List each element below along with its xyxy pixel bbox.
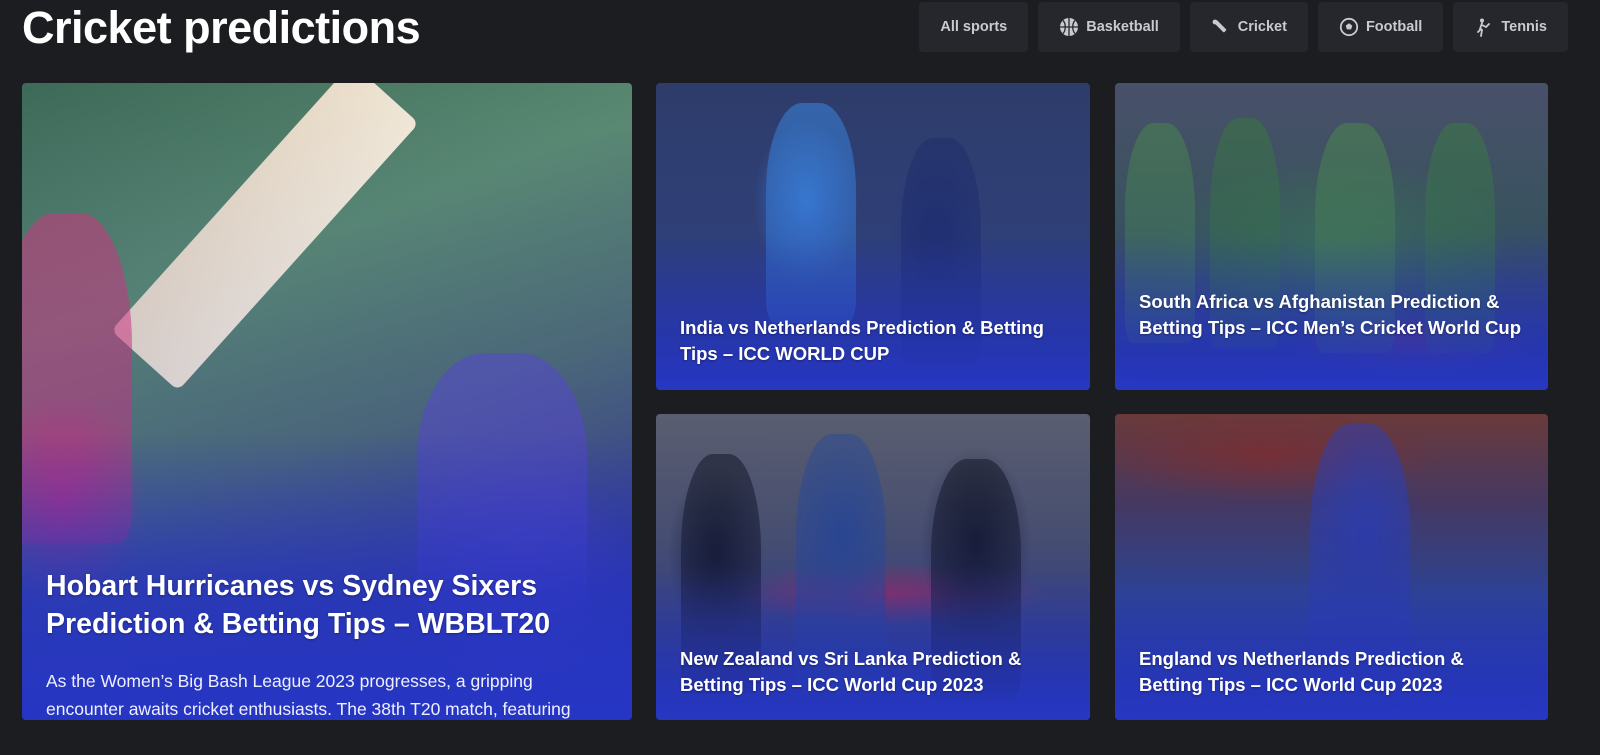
tab-label: Football [1365, 19, 1423, 35]
card-excerpt: As the Women’s Big Bash League 2023 prog… [46, 671, 571, 719]
football-icon [1339, 17, 1359, 37]
card-title[interactable]: South Africa vs Afghanistan Prediction &… [1139, 289, 1524, 340]
tab-cricket[interactable]: Cricket [1189, 2, 1308, 52]
card-title[interactable]: Hobart Hurricanes vs Sydney Sixers Predi… [46, 567, 608, 643]
prediction-card[interactable]: New Zealand vs Sri Lanka Prediction & Be… [656, 414, 1090, 720]
tennis-icon [1477, 18, 1491, 37]
card-title[interactable]: England vs Netherlands Prediction & Bett… [1139, 646, 1524, 697]
prediction-card[interactable]: England vs Netherlands Prediction & Bett… [1115, 414, 1548, 720]
prediction-card[interactable]: India vs Netherlands Prediction & Bettin… [656, 83, 1090, 390]
tab-label: All sports [940, 19, 1008, 35]
basketball-icon [1060, 18, 1079, 36]
sport-filter-nav: All sports Basketball Cricket Football T… [919, 2, 1568, 52]
tab-football[interactable]: Football [1317, 2, 1444, 52]
tab-label: Basketball [1086, 19, 1159, 35]
tab-basketball[interactable]: Basketball [1038, 2, 1180, 52]
tab-all-sports[interactable]: All sports [919, 2, 1029, 52]
tab-tennis[interactable]: Tennis [1453, 2, 1568, 52]
tab-label: Tennis [1501, 19, 1547, 35]
card-title[interactable]: New Zealand vs Sri Lanka Prediction & Be… [680, 646, 1066, 697]
prediction-card[interactable]: South Africa vs Afghanistan Prediction &… [1115, 83, 1548, 390]
page-title: Cricket predictions [22, 2, 421, 53]
featured-prediction-card[interactable]: Hobart Hurricanes vs Sydney Sixers Predi… [22, 83, 632, 720]
card-title[interactable]: India vs Netherlands Prediction & Bettin… [680, 315, 1066, 366]
tab-label: Cricket [1237, 19, 1287, 35]
cricket-icon [1212, 19, 1227, 33]
